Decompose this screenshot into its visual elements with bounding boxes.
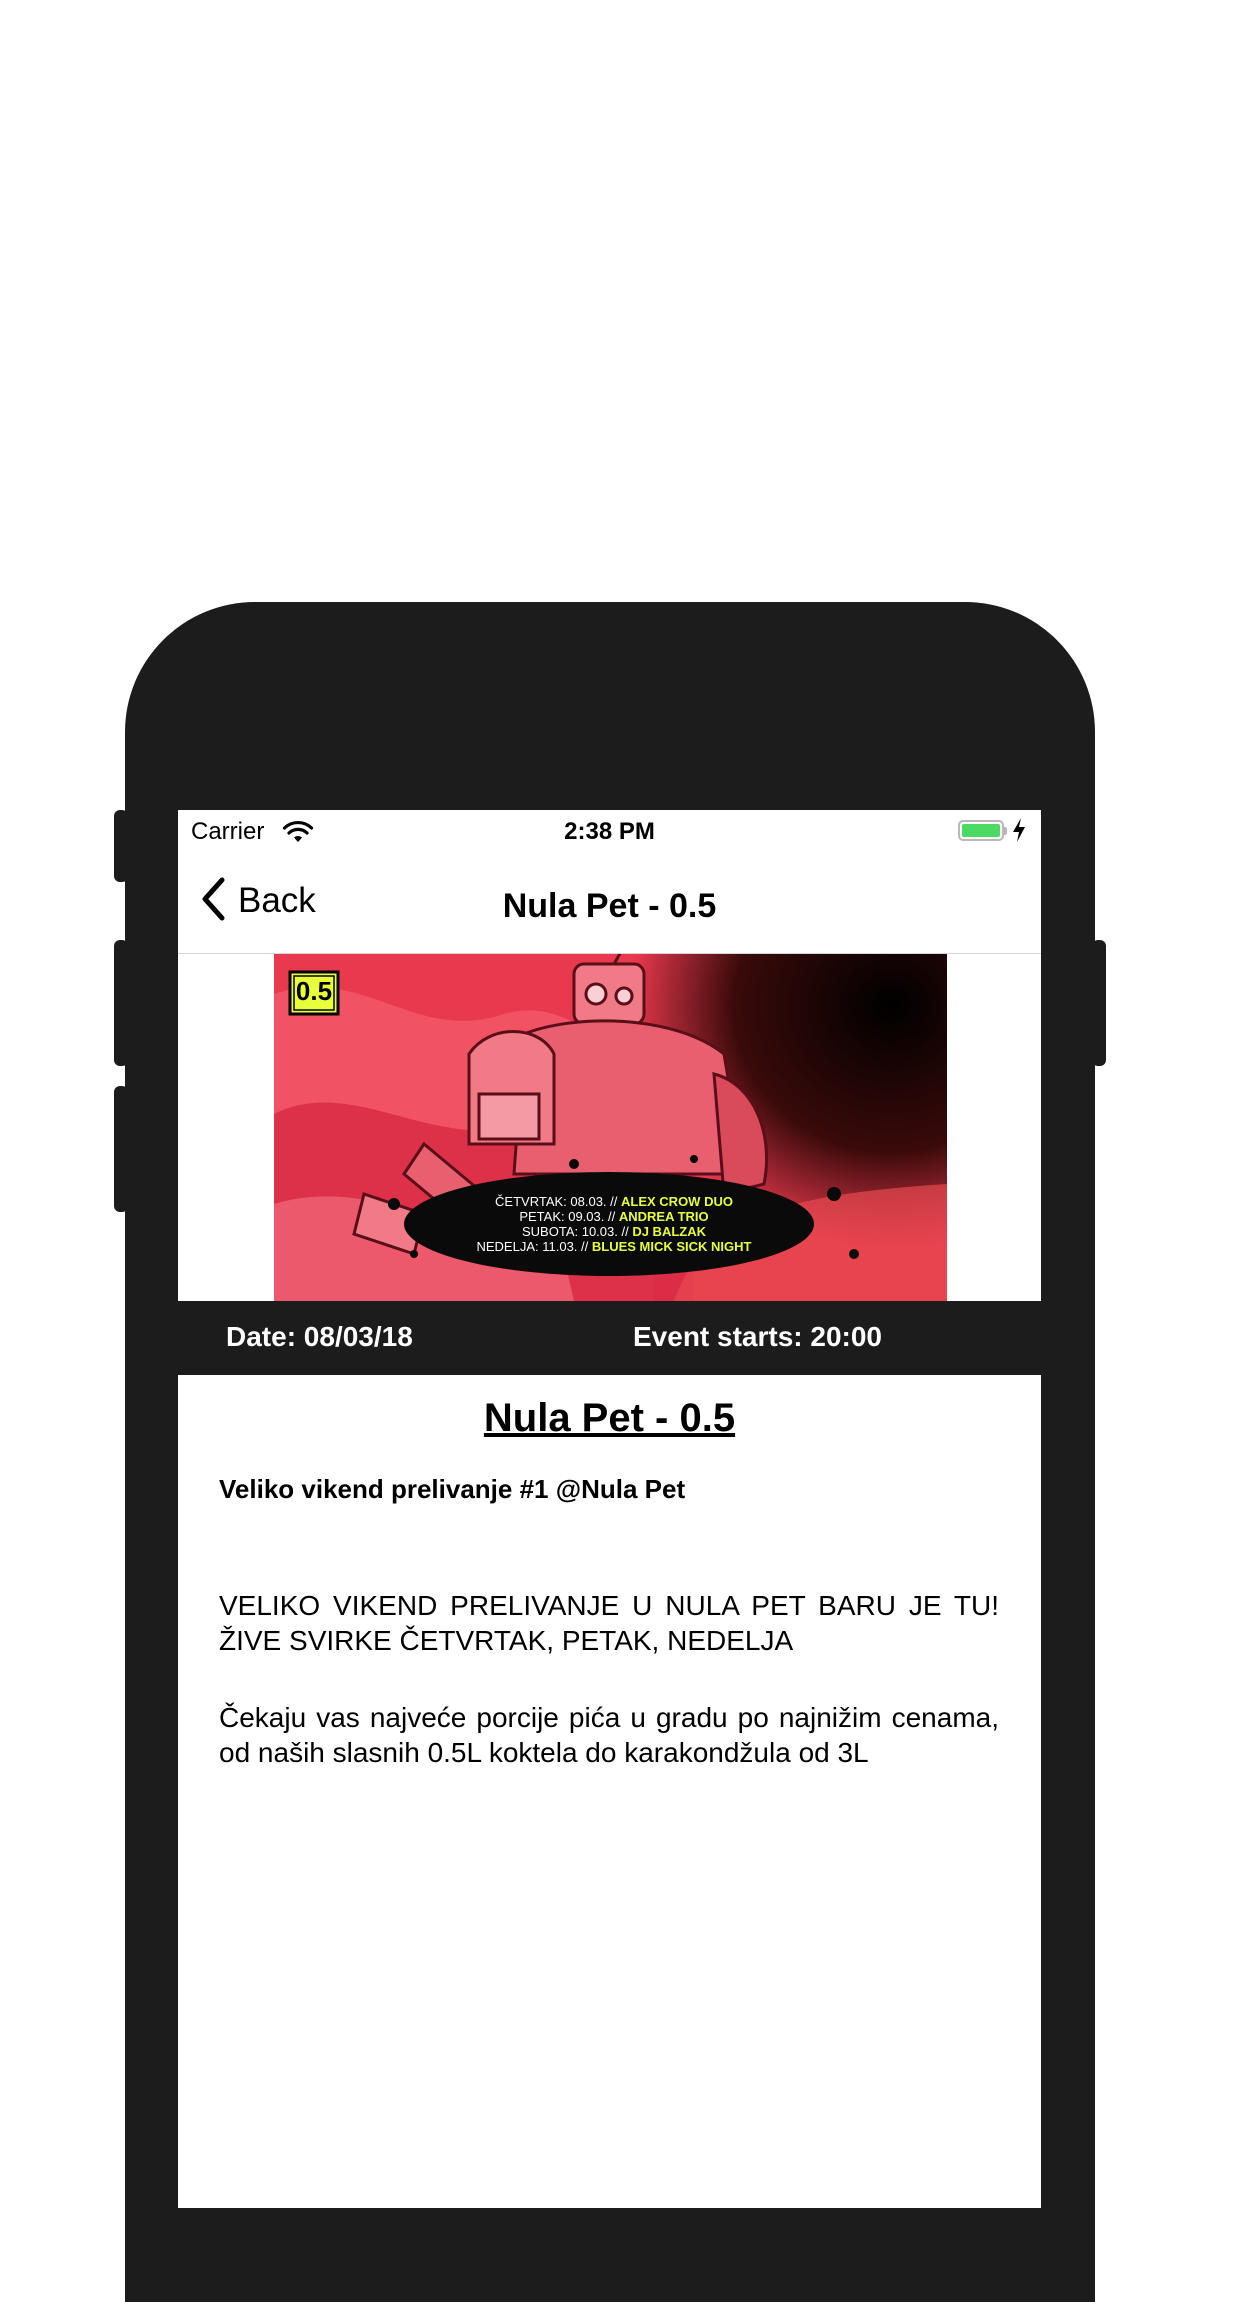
status-time: 2:38 PM <box>564 818 655 845</box>
event-subtitle: Veliko vikend prelivanje #1 @Nula Pet <box>219 1474 686 1504</box>
battery-icon <box>958 820 1004 841</box>
mute-switch <box>114 810 128 882</box>
event-info-bar: Date: 08/03/18 Event starts: 20:00 <box>178 1301 1041 1375</box>
event-start-time: Event starts: 20:00 <box>633 1321 883 1352</box>
lineup-row: ČETVRTAK: 08.03. // ALEX CROW DUO <box>495 1194 733 1209</box>
paragraph-line: VELIKO VIKEND PRELIVANJE U NULA PET BARU… <box>219 1590 999 1621</box>
event-title: Nula Pet - 0.5 <box>483 1396 736 1440</box>
event-description-paragraph: Čekaju vas najveće porcije pića u gradu … <box>219 1702 999 1768</box>
app-screen: Carrier 2:38 PM Back Nula Pet - 0.5 0.5 … <box>178 810 1041 2208</box>
volume-down-button <box>114 1086 128 1212</box>
event-poster-image: 0.5 ČETVRTAK: 08.03. // ALEX CROW DUO PE… <box>274 954 947 1301</box>
power-button <box>1092 940 1106 1066</box>
lineup-row: SUBOTA: 10.03. // DJ BALZAK <box>522 1224 706 1239</box>
navigation-bar: Back Nula Pet - 0.5 <box>178 854 1041 954</box>
event-description-paragraph: VELIKO VIKEND PRELIVANJE U NULA PET BARU… <box>219 1588 999 1658</box>
poster-badge: 0.5 <box>295 976 333 1006</box>
charging-bolt-icon <box>1012 818 1026 847</box>
volume-up-button <box>114 940 128 1066</box>
poster-lineup: ČETVRTAK: 08.03. // ALEX CROW DUO PETAK:… <box>444 1194 784 1254</box>
lineup-row: NEDELJA: 11.03. // BLUES MICK SICK NIGHT <box>476 1239 752 1254</box>
lineup-row: PETAK: 09.03. // ANDREA TRIO <box>519 1209 709 1224</box>
paragraph-line: ŽIVE SVIRKE ČETVRTAK, PETAK, NEDELJA <box>219 1625 794 1656</box>
nav-title: Nula Pet - 0.5 <box>502 887 717 925</box>
status-bar: Carrier 2:38 PM <box>178 810 1041 854</box>
battery-tip <box>1004 827 1007 835</box>
event-date: Date: 08/03/18 <box>226 1321 413 1352</box>
